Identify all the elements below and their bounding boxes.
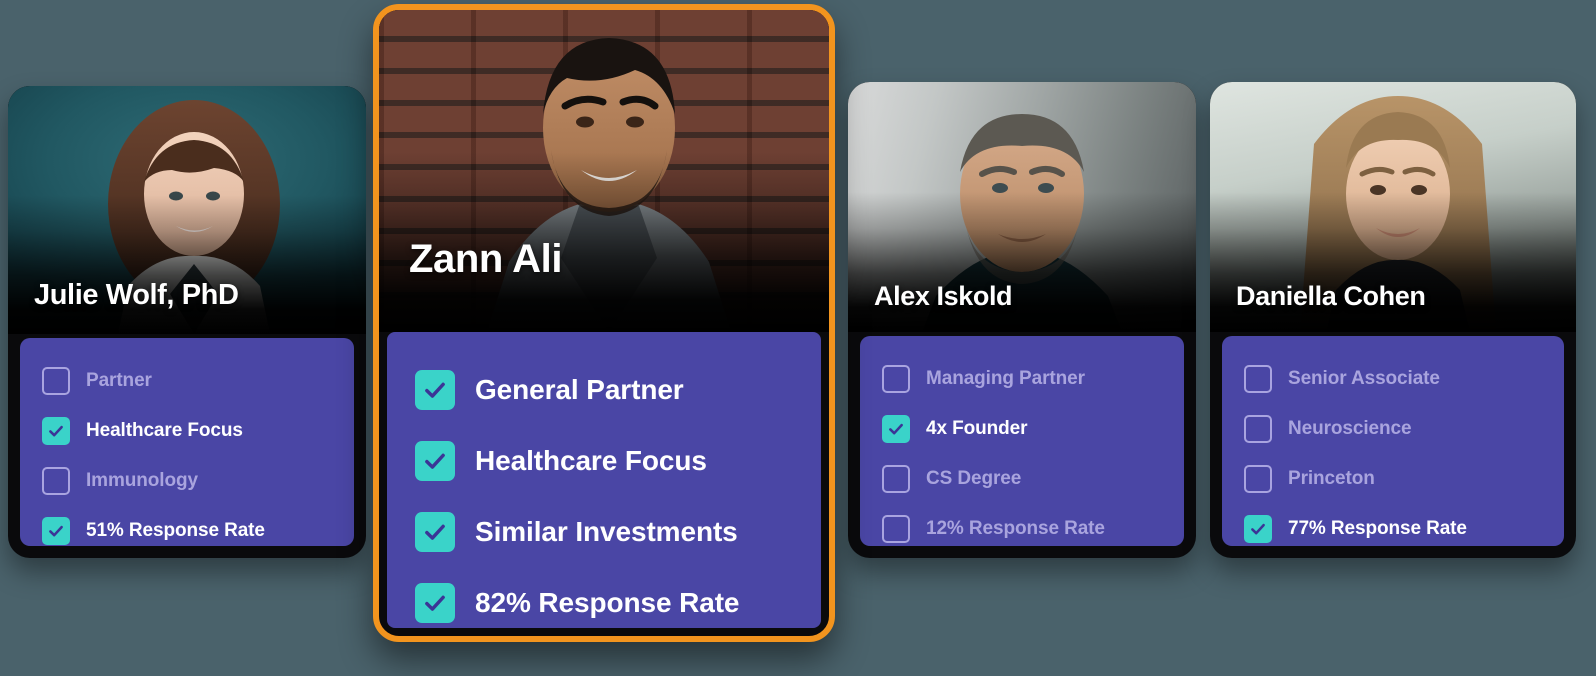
checkbox-unchecked-icon[interactable] xyxy=(1244,415,1272,443)
checklist-item[interactable]: Healthcare Focus xyxy=(387,425,821,496)
person-name: Julie Wolf, PhD xyxy=(34,279,239,311)
checklist-item[interactable]: 77% Response Rate xyxy=(1222,504,1564,554)
checkbox-unchecked-icon[interactable] xyxy=(882,365,910,393)
checklist-item[interactable]: 82% Response Rate xyxy=(387,567,821,636)
checkbox-checked-icon[interactable] xyxy=(415,440,455,481)
checkbox-unchecked-icon[interactable] xyxy=(882,465,910,493)
checkbox-unchecked-icon[interactable] xyxy=(42,367,70,395)
checklist-item-label: Senior Associate xyxy=(1288,368,1440,389)
checklist-item-label: 77% Response Rate xyxy=(1288,518,1467,539)
checklist-item-label: 51% Response Rate xyxy=(86,520,265,541)
checkbox-unchecked-icon[interactable] xyxy=(1244,465,1272,493)
checklist-item[interactable]: CS Degree xyxy=(860,454,1184,504)
checklist-panel: Managing Partner 4x Founder CS Degree 12… xyxy=(860,336,1184,546)
checklist-item[interactable]: Healthcare Focus xyxy=(20,406,354,456)
checklist-item[interactable]: Partner xyxy=(20,356,354,406)
photo-gradient-overlay xyxy=(8,195,366,334)
checklist-item-label: Princeton xyxy=(1288,468,1375,489)
checklist-item-label: General Partner xyxy=(475,373,684,405)
checklist-item[interactable]: 12% Response Rate xyxy=(860,504,1184,554)
profile-card-alex-iskold[interactable]: Alex Iskold Managing Partner 4x Founder … xyxy=(848,82,1196,558)
profile-photo-zann-ali: Zann Ali xyxy=(379,10,829,332)
checklist-item-label: 4x Founder xyxy=(926,418,1028,439)
checklist-panel: General Partner Healthcare Focus Similar… xyxy=(387,332,821,628)
checklist-panel: Senior Associate Neuroscience Princeton … xyxy=(1222,336,1564,546)
checklist-item[interactable]: Senior Associate xyxy=(1222,354,1564,404)
profile-card-julie-wolf[interactable]: Julie Wolf, PhD Partner Healthcare Focus… xyxy=(8,86,366,558)
checkbox-checked-icon[interactable] xyxy=(1244,515,1272,543)
person-name: Zann Ali xyxy=(409,237,563,281)
checklist-item[interactable]: Neuroscience xyxy=(1222,404,1564,454)
checklist-item-label: Immunology xyxy=(86,470,198,491)
checklist-item[interactable]: 51% Response Rate xyxy=(20,506,354,556)
checkbox-checked-icon[interactable] xyxy=(882,415,910,443)
checklist-item[interactable]: Managing Partner xyxy=(860,354,1184,404)
person-name: Alex Iskold xyxy=(874,281,1013,311)
checkbox-unchecked-icon[interactable] xyxy=(1244,365,1272,393)
checklist-item-label: Healthcare Focus xyxy=(475,444,707,476)
profile-photo-julie-wolf: Julie Wolf, PhD xyxy=(8,86,366,334)
profile-card-gallery: Julie Wolf, PhD Partner Healthcare Focus… xyxy=(0,0,1596,676)
person-name: Daniella Cohen xyxy=(1236,281,1426,311)
checkbox-checked-icon[interactable] xyxy=(415,511,455,552)
checklist-item-label: 82% Response Rate xyxy=(475,586,740,618)
checklist-panel: Partner Healthcare Focus Immunology 51% … xyxy=(20,338,354,546)
checkbox-unchecked-icon[interactable] xyxy=(882,515,910,543)
checklist-item[interactable]: 4x Founder xyxy=(860,404,1184,454)
checklist-item-label: Managing Partner xyxy=(926,368,1085,389)
profile-photo-alex-iskold: Alex Iskold xyxy=(848,82,1196,332)
checkbox-unchecked-icon[interactable] xyxy=(42,467,70,495)
checkbox-checked-icon[interactable] xyxy=(415,582,455,623)
checkbox-checked-icon[interactable] xyxy=(42,517,70,545)
profile-card-zann-ali-selected[interactable]: Zann Ali General Partner Healthcare Focu… xyxy=(373,4,835,642)
checklist-item-label: Neuroscience xyxy=(1288,418,1412,439)
checklist-item-label: 12% Response Rate xyxy=(926,518,1105,539)
checklist-item[interactable]: Immunology xyxy=(20,456,354,506)
checkbox-checked-icon[interactable] xyxy=(42,417,70,445)
checklist-item-label: Similar Investments xyxy=(475,515,738,547)
checkbox-checked-icon[interactable] xyxy=(415,369,455,410)
checklist-item[interactable]: General Partner xyxy=(387,354,821,425)
checklist-item[interactable]: Similar Investments xyxy=(387,496,821,567)
checklist-item-label: Partner xyxy=(86,370,152,391)
profile-photo-daniella-cohen: Daniella Cohen xyxy=(1210,82,1576,332)
profile-card-daniella-cohen[interactable]: Daniella Cohen Senior Associate Neurosci… xyxy=(1210,82,1576,558)
checklist-item-label: CS Degree xyxy=(926,468,1022,489)
checklist-item[interactable]: Princeton xyxy=(1222,454,1564,504)
checklist-item-label: Healthcare Focus xyxy=(86,420,243,441)
